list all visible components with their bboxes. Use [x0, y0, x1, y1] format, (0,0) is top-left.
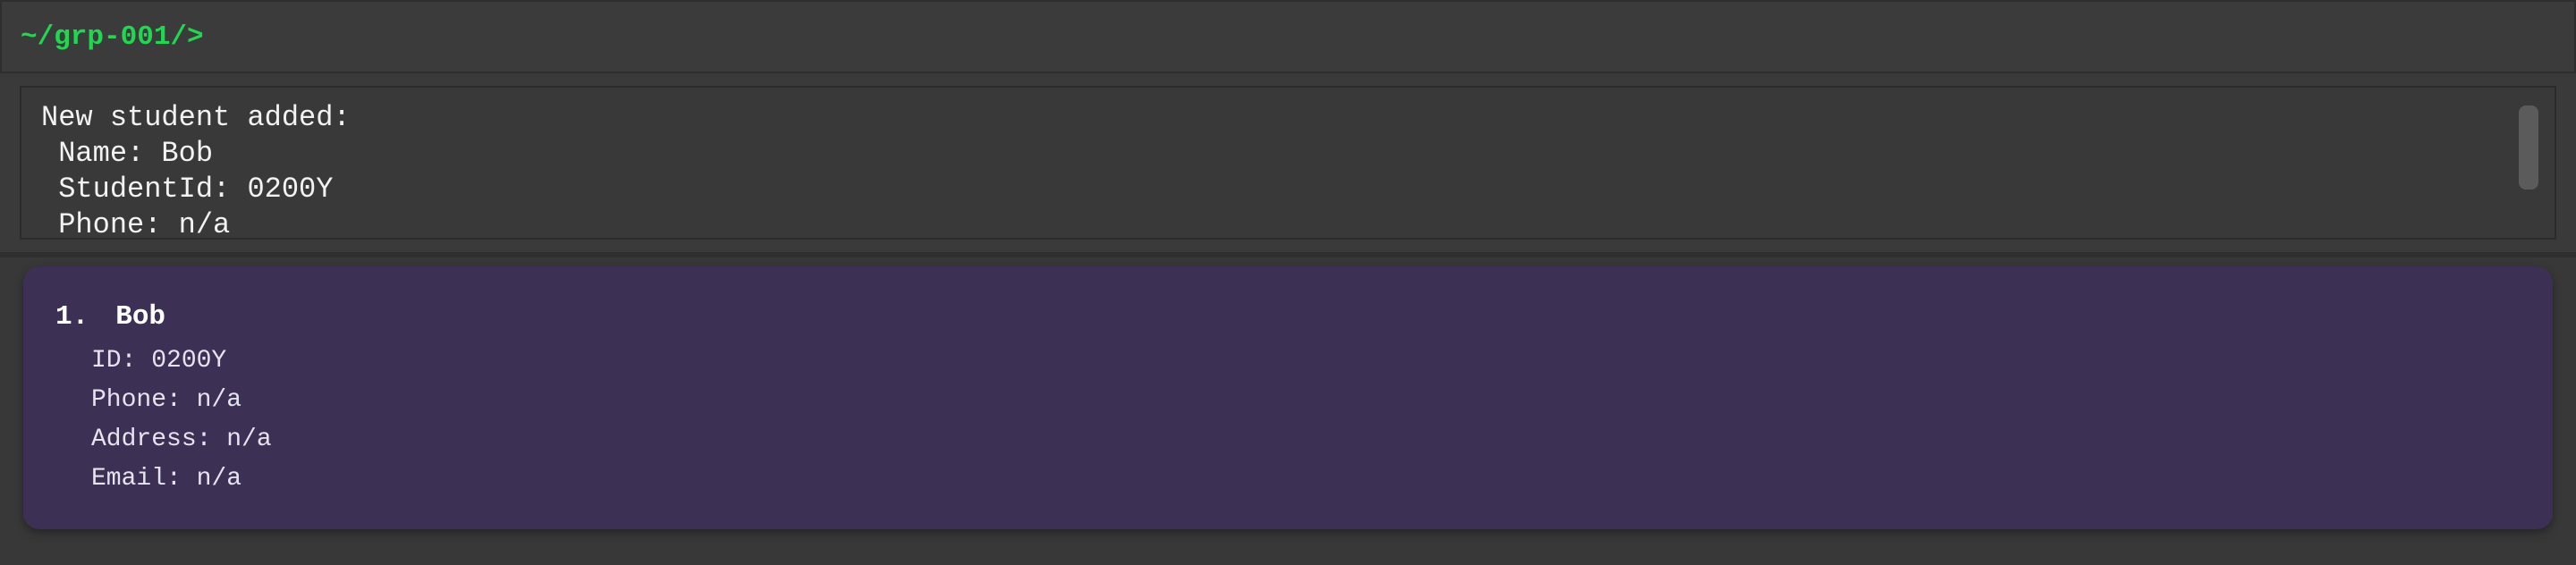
student-card-title: 1. Bob — [55, 302, 2553, 333]
student-index: 1. — [55, 301, 89, 333]
result-scrollbar-thumb[interactable] — [2519, 105, 2538, 190]
command-prompt: ~/grp-001/> — [21, 21, 204, 53]
student-name: Bob — [115, 301, 166, 333]
command-bar[interactable]: ~/grp-001/> — [0, 0, 2576, 73]
result-line: StudentId: 0200Y — [41, 173, 334, 206]
student-address: Address: n/a — [91, 426, 272, 453]
student-card[interactable]: 1. Bob ID: 0200Y Phone: n/a Address: n/a… — [23, 266, 2553, 529]
app-window: ~/grp-001/> New student added: Name: Bob… — [0, 0, 2576, 565]
result-display-panel: New student added: Name: Bob StudentId: … — [0, 77, 2576, 252]
student-phone: Phone: n/a — [91, 386, 242, 414]
result-line: Name: Bob — [41, 137, 214, 170]
student-list-panel: 1. Bob ID: 0200Y Phone: n/a Address: n/a… — [0, 257, 2576, 565]
student-email: Email: n/a — [91, 465, 242, 493]
result-scrollbar[interactable] — [2519, 105, 2538, 238]
result-line: New student added: — [41, 101, 351, 134]
student-card-fields: ID: 0200Y Phone: n/a Address: n/a Email:… — [55, 342, 2553, 499]
student-id: ID: 0200Y — [91, 347, 227, 375]
result-display[interactable]: New student added: Name: Bob StudentId: … — [20, 86, 2556, 240]
result-line: Phone: n/a — [41, 208, 231, 240]
